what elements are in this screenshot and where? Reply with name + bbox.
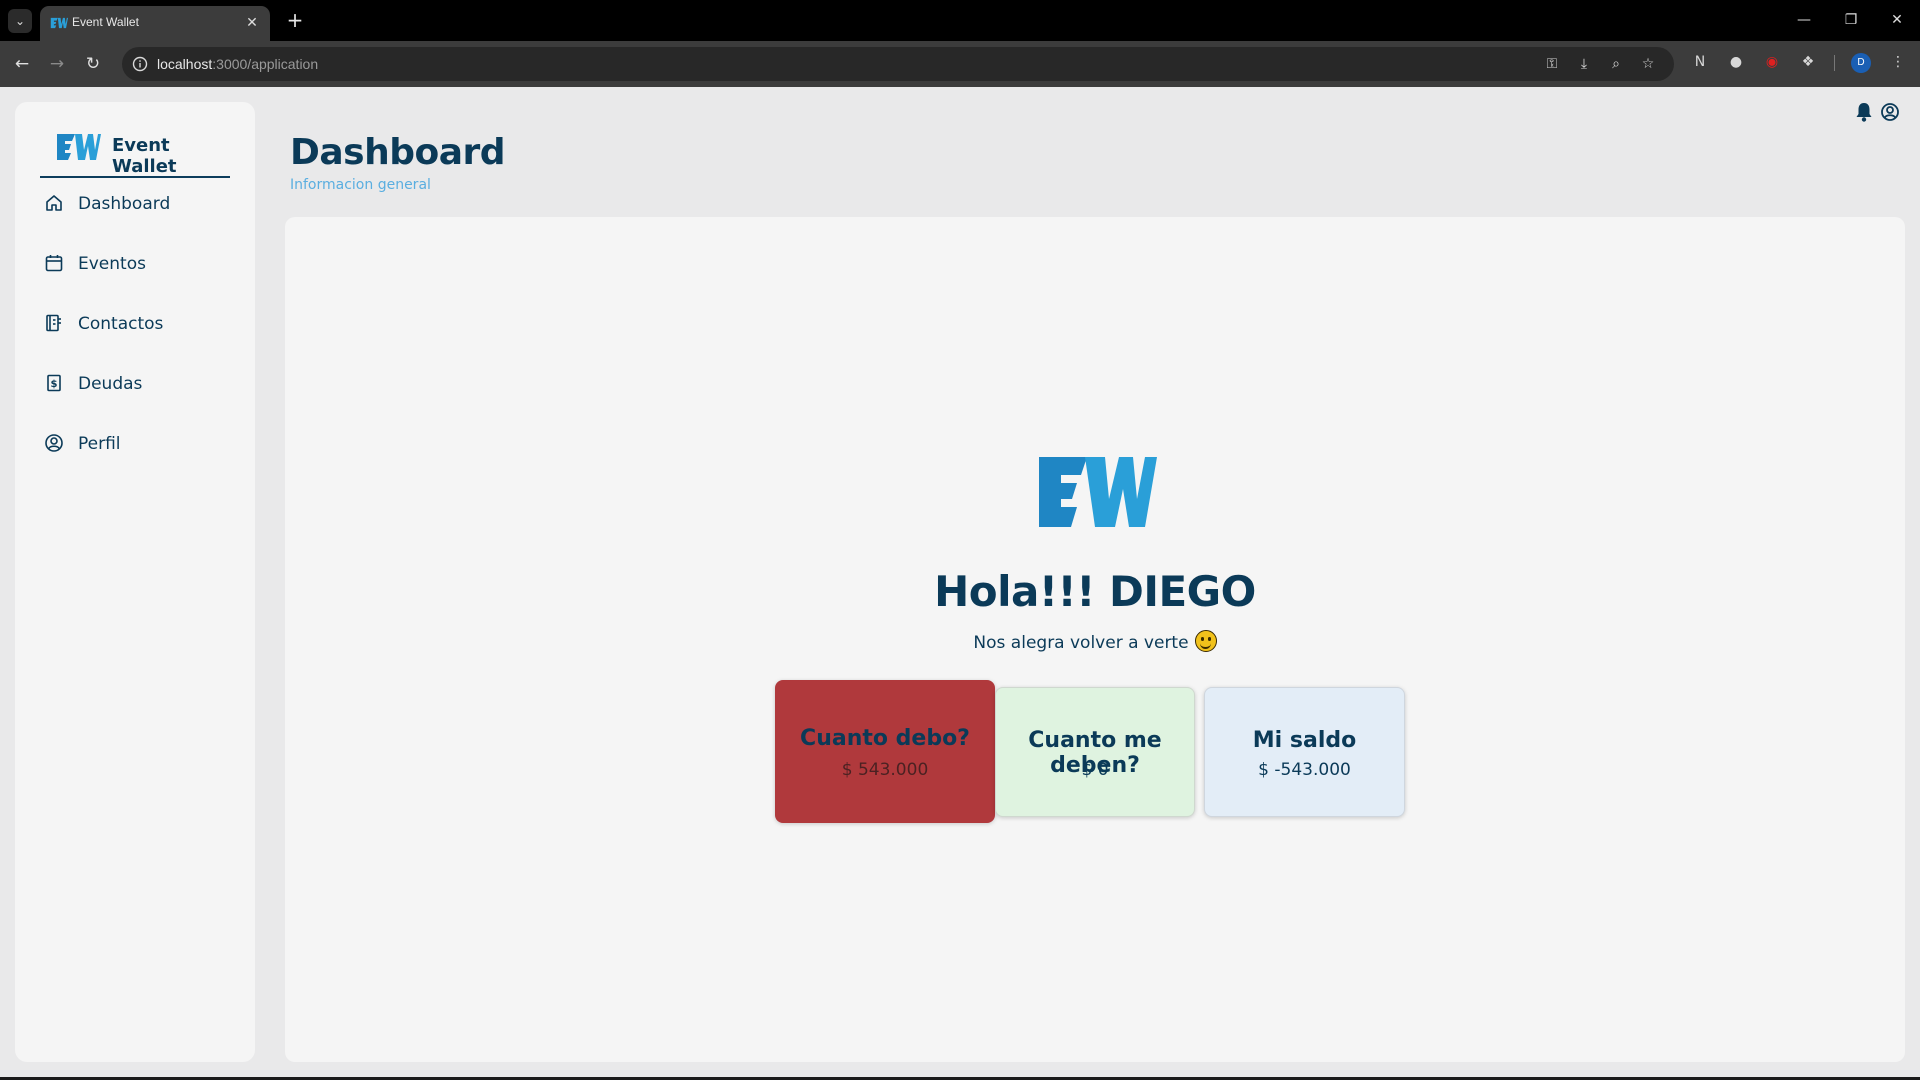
dashboard-content: Hola!!! DIEGO Nos alegra volver a verte … [285,217,1905,1062]
browser-menu-icon[interactable]: ⋮ [1888,52,1908,72]
forward-arrow-icon[interactable]: → [44,51,70,77]
site-info-icon[interactable] [132,56,148,72]
tab-close-icon[interactable]: ✕ [242,13,262,33]
install-app-icon[interactable]: ⤓ [1574,55,1594,73]
tab-title: Event Wallet [72,15,139,29]
sidebar-item-label: Deudas [78,374,143,394]
password-key-icon[interactable]: ⚿ [1542,55,1562,73]
event-wallet-favicon-icon [50,17,68,29]
profile-avatar[interactable]: D [1851,53,1871,73]
card-cuanto-debo[interactable]: Cuanto debo? $ 543.000 [775,680,995,823]
extension-red-icon[interactable]: ◉ [1762,52,1782,72]
restore-icon[interactable]: ❐ [1831,6,1871,34]
card-value: $ 543.000 [841,760,929,780]
bookmark-star-icon[interactable]: ☆ [1638,55,1658,73]
greeting-title: Hola!!! DIEGO [934,567,1256,616]
sidebar-item-perfil[interactable]: Perfil [40,425,240,465]
card-mi-saldo[interactable]: Mi saldo $ -543.000 [1204,687,1405,817]
notification-bell-icon[interactable] [1854,101,1874,123]
brand-name: Event Wallet [112,135,177,177]
account-circle-icon[interactable] [1880,101,1900,123]
brand[interactable]: Event Wallet [40,130,230,178]
sidebar-item-label: Perfil [78,434,121,454]
sidebar-item-label: Eventos [78,254,146,274]
sidebar-item-contactos[interactable]: Contactos [40,305,240,345]
sidebar-item-label: Contactos [78,314,164,334]
card-title: Cuanto debo? [800,726,970,751]
receipt-dollar-icon: $ [47,374,61,392]
web-page: Event Wallet Dashboard Eventos Contactos… [0,87,1920,1080]
zoom-icon[interactable]: ⌕ [1606,55,1626,73]
browser-tabstrip: ⌄ Event Wallet ✕ + — ❐ ✕ [0,0,1920,41]
sidebar-item-eventos[interactable]: Eventos [40,245,240,285]
notion-extension-icon[interactable]: N [1690,52,1710,72]
card-value: $ -543.000 [1258,760,1351,780]
page-subtitle: Informacion general [290,177,431,193]
event-wallet-logo-icon [1039,457,1157,527]
home-icon [46,195,62,211]
smiley-emoji-icon [1194,630,1217,652]
card-value: $ 0 [1081,760,1109,780]
sidebar: Event Wallet Dashboard Eventos Contactos… [15,102,255,1062]
new-tab-button[interactable]: + [282,8,308,34]
sidebar-item-deudas[interactable]: $ Deudas [40,365,240,405]
tab-search-button[interactable]: ⌄ [8,9,32,33]
toolbar-separator [1834,55,1835,71]
contacts-book-icon [46,314,61,332]
browser-toolbar: ← → ↻ localhost:3000/application ⚿ ⤓ ⌕ ☆ [0,41,1920,87]
calendar-icon [45,255,63,272]
extension-globe-icon[interactable]: ● [1726,52,1746,72]
extensions-puzzle-icon[interactable]: ❖ [1798,52,1818,72]
page-title: Dashboard [290,132,506,173]
sidebar-item-dashboard[interactable]: Dashboard [40,185,240,225]
card-cuanto-me-deben[interactable]: Cuanto me deben? $ 0 [995,687,1195,817]
back-arrow-icon[interactable]: ← [9,51,35,77]
minimize-icon[interactable]: — [1784,6,1824,34]
user-circle-icon [45,434,63,452]
browser-tab[interactable]: Event Wallet ✕ [40,6,270,41]
sidebar-item-label: Dashboard [78,194,171,214]
event-wallet-logo-icon [57,134,101,160]
url-text: localhost:3000/application [157,56,319,72]
window-close-icon[interactable]: ✕ [1877,6,1917,34]
card-title: Mi saldo [1252,728,1357,753]
reload-icon[interactable]: ↻ [80,51,106,77]
address-bar[interactable]: localhost:3000/application ⚿ ⤓ ⌕ ☆ [122,47,1674,81]
svg-text:$: $ [51,379,58,390]
greeting-subtitle: Nos alegra volver a verte [285,630,1905,653]
